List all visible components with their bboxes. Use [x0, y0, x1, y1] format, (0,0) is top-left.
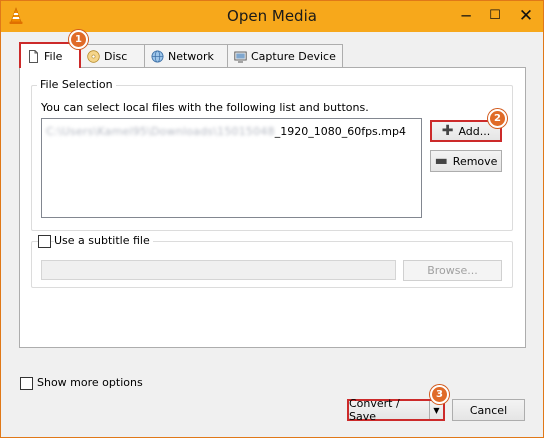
step-marker-3: 3	[430, 385, 449, 404]
convert-save-button[interactable]: Convert / Save ▼	[347, 397, 445, 423]
title-bar[interactable]: Open Media ─ ☐ ✕	[1, 1, 543, 32]
show-more-options-label[interactable]: Show more options	[37, 376, 143, 389]
tab-file-label: File	[44, 49, 63, 63]
minus-icon: ▬	[434, 153, 448, 169]
remove-button-label: Remove	[452, 154, 498, 168]
subtitle-checkbox-label[interactable]: Use a subtitle file	[54, 234, 153, 247]
add-button-label: Add...	[458, 124, 491, 138]
capture-device-icon	[234, 51, 247, 62]
maximize-button[interactable]: ☐	[482, 5, 508, 27]
browse-button-label: Browse...	[427, 264, 478, 277]
convert-save-label: Convert / Save	[349, 397, 400, 423]
file-name: _1920_1080_60fps.mp4	[274, 125, 406, 138]
step-marker-2: 2	[488, 109, 507, 128]
list-item[interactable]: C:\Users\Kamel95\Downloads\15015048_1920…	[46, 125, 406, 138]
close-button[interactable]: ✕	[513, 5, 539, 27]
step-marker-1: 1	[69, 30, 88, 49]
file-icon	[29, 49, 38, 63]
tab-capture-device-label: Capture Device	[251, 49, 336, 63]
open-media-dialog: Open Media ─ ☐ ✕ File Disc Network Captu…	[0, 0, 544, 438]
subtitle-checkbox[interactable]	[38, 235, 51, 248]
file-selection-hint: You can select local files with the foll…	[41, 101, 369, 114]
file-list[interactable]: C:\Users\Kamel95\Downloads\15015048_1920…	[41, 118, 422, 218]
plus-icon: ✚	[441, 123, 454, 139]
convert-save-main[interactable]: Convert / Save	[349, 397, 430, 423]
tab-network[interactable]: Network	[144, 44, 228, 67]
tab-network-label: Network	[168, 49, 214, 63]
browse-button: Browse...	[403, 260, 502, 281]
subtitle-path-input	[41, 260, 396, 280]
remove-button[interactable]: ▬ Remove	[430, 150, 502, 172]
tab-disc[interactable]: Disc	[80, 44, 145, 67]
file-selection-label: File Selection	[37, 78, 116, 91]
disc-icon	[87, 49, 100, 63]
tab-capture-device[interactable]: Capture Device	[227, 44, 343, 67]
network-icon	[151, 50, 164, 62]
show-more-options-checkbox[interactable]	[20, 377, 33, 390]
cancel-button-label: Cancel	[469, 403, 508, 417]
tab-disc-label: Disc	[104, 49, 128, 63]
minimize-button[interactable]: ─	[453, 5, 479, 27]
cancel-button[interactable]: Cancel	[452, 399, 525, 421]
obscured-file-path: C:\Users\Kamel95\Downloads\15015048	[46, 125, 275, 138]
